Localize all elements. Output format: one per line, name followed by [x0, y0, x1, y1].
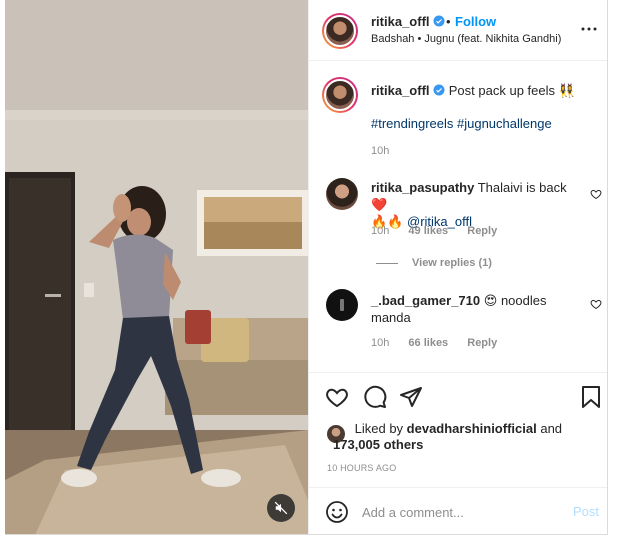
add-comment-bar: Post — [309, 487, 607, 534]
video-frame-image — [5, 0, 308, 534]
caption-author-avatar[interactable] — [322, 77, 358, 113]
caption-body: Post pack up feels — [448, 83, 555, 98]
comment-like-heart-icon[interactable] — [590, 188, 602, 200]
liked-by-prefix: Liked by — [354, 421, 404, 436]
comment-reply-button[interactable]: Reply — [467, 225, 497, 237]
liked-by-and: and — [540, 421, 563, 436]
follow-button[interactable]: Follow — [455, 14, 496, 29]
speaker-muted-icon — [274, 501, 288, 515]
commenter-avatar[interactable] — [326, 289, 358, 321]
comment-username[interactable]: _.bad_gamer_710 — [371, 293, 480, 308]
post-modal: ritika_offl • Follow Badshah • Jugnu (fe… — [5, 0, 608, 535]
comment-time[interactable]: 10h — [371, 337, 389, 349]
comment-meta: 10h 66 likes Reply — [371, 337, 513, 349]
liked-by-user[interactable]: devadharshiniofficial — [407, 421, 537, 436]
comment-body: noodles — [500, 293, 547, 308]
comment-likes[interactable]: 49 likes — [408, 225, 448, 237]
caption-emoji: 👯‍♀️ — [558, 83, 575, 98]
paper-plane-icon[interactable] — [399, 385, 423, 409]
comment-like-heart-icon[interactable] — [590, 298, 602, 310]
smiley-face-icon[interactable] — [325, 500, 349, 524]
comment-reply-button[interactable]: Reply — [467, 337, 497, 349]
verified-badge-icon — [433, 15, 445, 27]
liked-by-text: Liked by devadharshiniofficial and 173,0… — [333, 421, 593, 453]
post-details-panel: ritika_offl • Follow Badshah • Jugnu (fe… — [308, 0, 607, 534]
comment-body: Thalaivi is back — [477, 180, 567, 195]
comment-likes[interactable]: 66 likes — [408, 337, 448, 349]
verified-badge-icon — [433, 84, 445, 96]
comment-input[interactable] — [362, 502, 552, 522]
comment-bubble-icon[interactable] — [363, 385, 387, 409]
comment-emoji: 😍 — [483, 293, 498, 308]
comment-meta: 10h 49 likes Reply — [371, 225, 513, 237]
comment-time[interactable]: 10h — [371, 225, 389, 237]
post-header: ritika_offl • Follow Badshah • Jugnu (fe… — [309, 0, 607, 61]
caption-text: ritika_offl Post pack up feels 👯‍♀️ — [371, 82, 596, 99]
comment-text: ritika_pasupathy Thalaivi is back ❤️ 🔥🔥 … — [371, 179, 576, 230]
divider-line — [376, 262, 398, 264]
audio-link[interactable]: Badshah • Jugnu (feat. Nikhita Gandhi) — [371, 33, 561, 45]
mute-toggle-button[interactable] — [267, 494, 295, 522]
bookmark-icon[interactable] — [579, 385, 603, 409]
comment-emoji: ❤️ — [371, 197, 388, 212]
comments-list[interactable]: ritika_offl Post pack up feels 👯‍♀️ #tre… — [309, 62, 607, 372]
likes-count[interactable]: 173,005 others — [333, 437, 423, 452]
caption-time[interactable]: 10h — [371, 145, 389, 157]
separator-dot: • — [446, 14, 451, 29]
reel-video[interactable] — [5, 0, 308, 534]
commenter-avatar[interactable] — [326, 178, 358, 210]
author-avatar[interactable] — [322, 13, 358, 49]
caption-hashtags[interactable]: #trendingreels #jugnuchallenge — [371, 115, 552, 132]
comment-username[interactable]: ritika_pasupathy — [371, 180, 474, 195]
caption-username[interactable]: ritika_offl — [371, 83, 449, 98]
comment-body: manda — [371, 310, 411, 325]
post-timestamp[interactable]: 10 HOURS AGO — [327, 463, 396, 473]
heart-icon[interactable] — [325, 385, 349, 409]
post-comment-button[interactable]: Post — [573, 504, 599, 519]
more-horizontal-icon[interactable] — [580, 22, 598, 36]
view-replies-button[interactable]: View replies (1) — [376, 257, 492, 269]
author-username[interactable]: ritika_offl — [371, 14, 445, 29]
comment-text: _.bad_gamer_710 😍 noodles manda — [371, 292, 576, 326]
